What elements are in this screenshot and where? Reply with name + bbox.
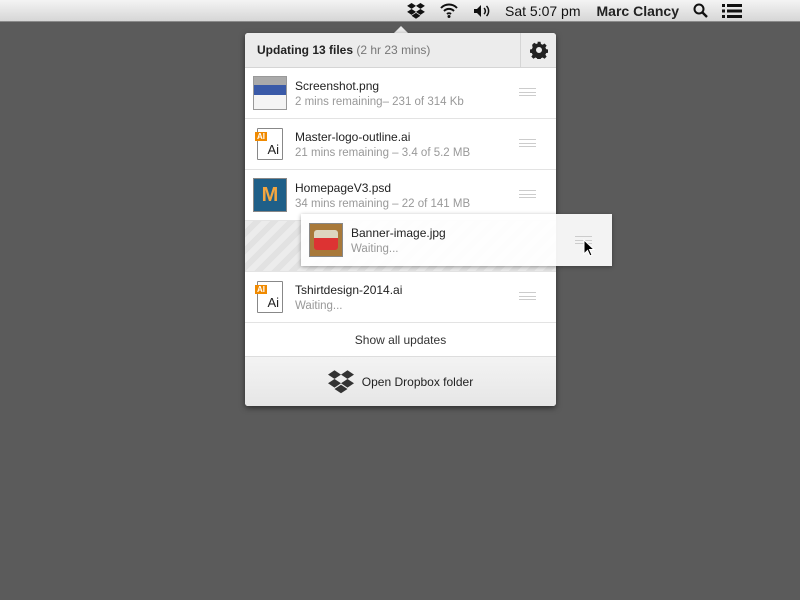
gear-icon [529,41,548,59]
drag-handle-icon[interactable] [519,292,536,300]
user-name[interactable]: Marc Clancy [597,3,679,19]
file-status: 34 mins remaining – 22 of 141 MB [295,197,471,210]
show-all-updates-link[interactable]: Show all updates [245,323,556,356]
wifi-icon[interactable] [439,3,459,18]
file-row[interactable]: Screenshot.png 2 mins remaining– 231 of 3… [245,68,556,119]
file-name: Screenshot.png [295,78,380,93]
image-thumbnail: M [253,178,287,212]
open-dropbox-folder-button[interactable]: Open Dropbox folder [245,356,556,406]
dropbox-icon[interactable] [407,2,425,19]
file-name: HomepageV3.psd [295,180,392,195]
image-thumbnail [309,223,343,257]
settings-button[interactable] [520,33,556,67]
file-name: Master-logo-outline.ai [295,129,411,144]
file-row[interactable]: AI Ai Tshirtdesign-2014.ai Waiting... [245,272,556,323]
notification-list-icon[interactable] [722,3,742,18]
file-status: Waiting... [351,242,399,255]
cursor-icon [583,239,595,257]
search-icon[interactable] [693,3,708,18]
popup-header: Updating 13 files (2 hr 23 mins) [245,33,556,68]
file-row[interactable]: AI Ai Master-logo-outline.ai 21 mins remai… [245,119,556,170]
footer-label: Open Dropbox folder [361,375,474,389]
file-status: Waiting... [295,299,343,312]
drag-handle-icon[interactable] [519,190,536,198]
volume-icon[interactable] [473,4,491,18]
header-title: Updating 13 files [257,43,354,57]
header-eta: (2 hr 23 mins) [356,43,431,57]
dragged-file-row[interactable]: Banner-image.jpg Waiting... [301,214,612,266]
dropbox-icon [327,370,354,394]
drag-handle-icon[interactable] [519,139,536,147]
image-thumbnail [253,76,287,110]
file-status: 2 mins remaining– 231 of 314 Kb [295,95,464,108]
file-name: Banner-image.jpg [351,225,446,240]
file-status: 21 mins remaining – 3.4 of 5.2 MB [295,146,471,159]
drag-handle-icon[interactable] [519,88,536,96]
illustrator-file-icon: AI Ai [253,280,287,314]
clock[interactable]: Sat 5:07 pm [505,3,581,19]
menu-bar: Sat 5:07 pm Marc Clancy [0,0,800,22]
file-name: Tshirtdesign-2014.ai [295,282,403,297]
illustrator-file-icon: AI Ai [253,127,287,161]
